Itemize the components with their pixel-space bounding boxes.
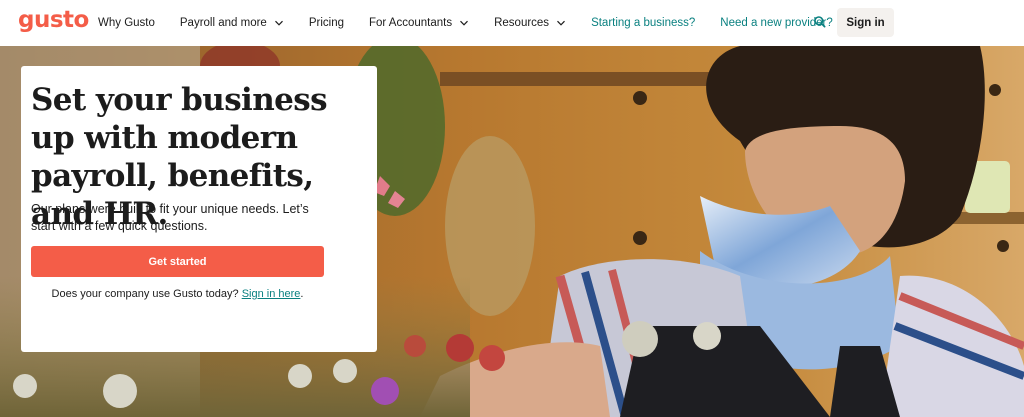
nav-payroll-and-more-label: Payroll and more	[179, 17, 267, 29]
gusto-logo[interactable]: gusto	[18, 7, 89, 33]
nav-pricing-label: Pricing	[308, 17, 344, 29]
hero-section: Set your business up with modern payroll…	[0, 46, 1024, 417]
nav-for-accountants[interactable]: For Accountants	[369, 17, 469, 29]
existing-customer-text: Does your company use Gusto today? Sign …	[31, 288, 324, 300]
top-nav-bar: gusto Why Gusto Payroll and more Pricing…	[0, 0, 1024, 46]
get-started-button[interactable]: Get started	[31, 246, 324, 277]
nav-why-gusto[interactable]: Why Gusto	[98, 17, 155, 29]
search-icon[interactable]	[813, 15, 827, 29]
nav-why-gusto-label: Why Gusto	[98, 17, 155, 29]
main-nav: Why Gusto Payroll and more Pricing For A…	[98, 0, 858, 46]
chevron-down-icon	[557, 20, 565, 26]
nav-resources-label: Resources	[494, 17, 550, 29]
hero-subtext: Our plans were built to fit your unique …	[31, 202, 309, 233]
nav-starting-a-business-label: Starting a business?	[591, 17, 696, 29]
nav-payroll-and-more[interactable]: Payroll and more	[180, 17, 284, 29]
nav-resources[interactable]: Resources	[494, 17, 566, 29]
sign-in-button[interactable]: Sign in	[837, 8, 894, 37]
sign-in-here-link[interactable]: Sign in here	[242, 288, 301, 300]
chevron-down-icon	[274, 20, 283, 26]
existing-customer-suffix: .	[300, 288, 304, 300]
existing-customer-prefix: Does your company use Gusto today?	[51, 288, 239, 300]
nav-for-accountants-label: For Accountants	[368, 17, 453, 29]
nav-starting-a-business[interactable]: Starting a business?	[591, 17, 695, 29]
nav-pricing[interactable]: Pricing	[309, 17, 344, 29]
chevron-down-icon	[460, 20, 469, 26]
